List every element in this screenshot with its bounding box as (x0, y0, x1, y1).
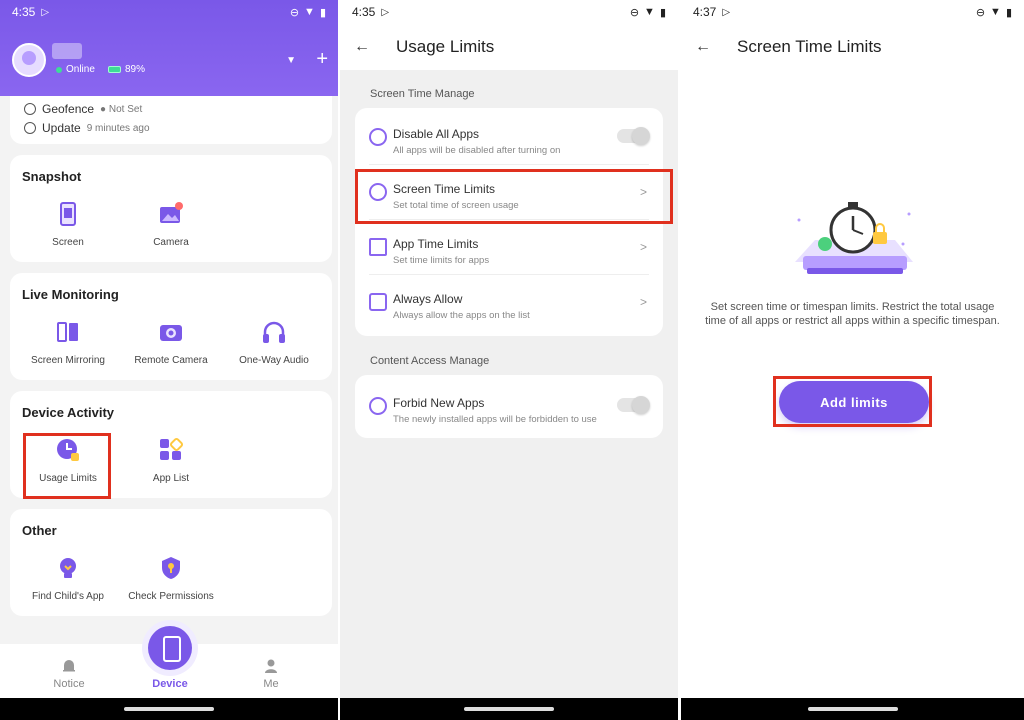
back-arrow-icon[interactable]: ← (354, 38, 370, 56)
live-monitoring-card: Live Monitoring Screen Mirroring Remote … (10, 273, 332, 380)
disable-all-apps-row: Disable All Apps All apps will be disabl… (355, 110, 663, 165)
battery-icon: ▮ (659, 6, 666, 19)
device-header: 4:35 ▷ ⊖ ▼ ▮ Online 89% ▼ + (0, 0, 338, 96)
forbid-new-apps-toggle[interactable] (617, 396, 650, 414)
home-gesture-bar[interactable] (807, 707, 898, 711)
play-store-icon: ▷ (722, 6, 731, 18)
tab-me[interactable]: Me (231, 658, 311, 690)
person-icon (265, 659, 277, 673)
tab-notice[interactable]: Notice (29, 658, 109, 690)
online-dot-icon (56, 66, 62, 73)
chevron-right-icon: > (639, 240, 647, 254)
wifi-icon: ▼ (990, 6, 1001, 18)
checklist-icon (369, 293, 387, 311)
battery-icon: ▮ (319, 6, 326, 19)
clock-icon (24, 122, 36, 134)
bell-icon (63, 660, 75, 672)
status-time: 4:35 (12, 5, 36, 19)
section-screen-time: Screen Time Manage (370, 88, 475, 100)
snapshot-card: Snapshot Screen Camera (10, 155, 332, 262)
wifi-icon: ▼ (304, 6, 315, 18)
page-title: Screen Time Limits (737, 37, 882, 56)
device-tab-fab[interactable] (148, 626, 192, 670)
app-list-tile[interactable]: App List (121, 437, 221, 484)
device-panel: 4:35 ▷ ⊖ ▼ ▮ Online 89% ▼ + Geofence ● N… (0, 0, 338, 720)
screen-snapshot-tile[interactable]: Screen (18, 201, 118, 248)
screen-mirroring-tile[interactable]: Screen Mirroring (18, 319, 118, 366)
dnd-icon: ⊖ (975, 6, 986, 19)
device-battery: 89% (108, 64, 145, 75)
app-bar: ← Usage Limits (340, 24, 678, 70)
screen-time-description: Set screen time or timespan limits. Rest… (705, 301, 1000, 327)
status-icons: ⊖ ▼ ▮ (630, 6, 666, 19)
disable-icon (369, 128, 387, 146)
device-switch-dropdown-icon[interactable]: ▼ (286, 55, 296, 66)
status-bar: 4:37 ▷ ⊖ ▼ ▮ (693, 5, 1012, 19)
location-card: Geofence ● Not Set Update 9 minutes ago (10, 96, 332, 144)
status-icons: ⊖ ▼ ▮ (290, 6, 326, 19)
section-content-access: Content Access Manage (370, 355, 490, 367)
usage-limits-panel: 4:35 ▷ ⊖ ▼ ▮ ← Usage Limits Screen Time … (340, 0, 678, 720)
dnd-icon: ⊖ (629, 6, 640, 19)
forbid-icon (369, 397, 387, 415)
battery-level-icon (108, 66, 121, 73)
update-row: Update 9 minutes ago (24, 121, 150, 135)
app-time-limits-row[interactable]: App Time Limits Set time limits for apps… (355, 220, 663, 275)
disable-all-apps-toggle[interactable] (617, 127, 650, 145)
camera-photo-icon (160, 202, 183, 223)
app-list-icon (160, 437, 184, 460)
back-arrow-icon[interactable]: ← (695, 38, 711, 56)
bottom-tab-bar: Notice Device Me (0, 626, 338, 698)
system-nav-bar (340, 698, 678, 720)
play-store-icon: ▷ (381, 6, 390, 18)
hourglass-icon (369, 238, 387, 256)
home-gesture-bar[interactable] (124, 707, 214, 711)
usage-limits-highlight (23, 433, 111, 499)
forbid-new-apps-row: Forbid New Apps The newly installed apps… (355, 379, 663, 434)
add-limits-highlight (773, 376, 932, 427)
battery-icon: ▮ (1005, 6, 1012, 19)
app-bar: ← Screen Time Limits (681, 24, 1024, 70)
geofence-value: ● Not Set (100, 103, 143, 115)
screen-capture-icon (60, 202, 76, 226)
remote-camera-tile[interactable]: Remote Camera (121, 319, 221, 366)
chevron-right-icon: > (639, 295, 647, 309)
content-access-card: Forbid New Apps The newly installed apps… (355, 375, 663, 438)
play-store-icon: ▷ (41, 6, 50, 18)
geofence-icon (24, 103, 36, 115)
other-card: Other Find Child's App Check Permissions (10, 509, 332, 616)
system-nav-bar (0, 698, 338, 720)
wifi-icon: ▼ (644, 6, 655, 18)
check-permissions-tile[interactable]: Check Permissions (121, 555, 221, 602)
avatar[interactable] (12, 43, 46, 77)
child-name-blurred (52, 43, 82, 59)
status-icons: ⊖ ▼ ▮ (976, 6, 1012, 19)
system-nav-bar (681, 698, 1024, 720)
remote-camera-icon (160, 325, 182, 341)
screen-mirroring-icon (57, 322, 78, 342)
one-way-audio-tile[interactable]: One-Way Audio (224, 319, 324, 366)
lightbulb-icon (60, 558, 76, 578)
tab-device[interactable]: Device (130, 678, 210, 690)
geofence-row[interactable]: Geofence ● Not Set (24, 102, 142, 116)
always-allow-row[interactable]: Always Allow Always allow the apps on th… (355, 275, 663, 330)
screen-time-limits-panel: 4:37 ▷ ⊖ ▼ ▮ ← Screen Time Limits Set sc… (681, 0, 1024, 720)
stopwatch-illustration-icon (795, 202, 913, 274)
camera-snapshot-tile[interactable]: Camera (121, 201, 221, 248)
home-gesture-bar[interactable] (464, 707, 554, 711)
page-title: Usage Limits (396, 37, 495, 56)
status-bar: 4:35 ▷ ⊖ ▼ ▮ (340, 0, 678, 24)
status-bar: 4:35 ▷ ⊖ ▼ ▮ (0, 0, 338, 24)
dnd-icon: ⊖ (289, 6, 300, 19)
shield-icon (162, 557, 180, 579)
screen-time-limits-highlight (355, 169, 673, 224)
find-childs-app-tile[interactable]: Find Child's App (18, 555, 118, 602)
online-status: Online (56, 64, 95, 75)
add-device-button[interactable]: + (316, 48, 328, 71)
headphones-icon (263, 321, 285, 343)
